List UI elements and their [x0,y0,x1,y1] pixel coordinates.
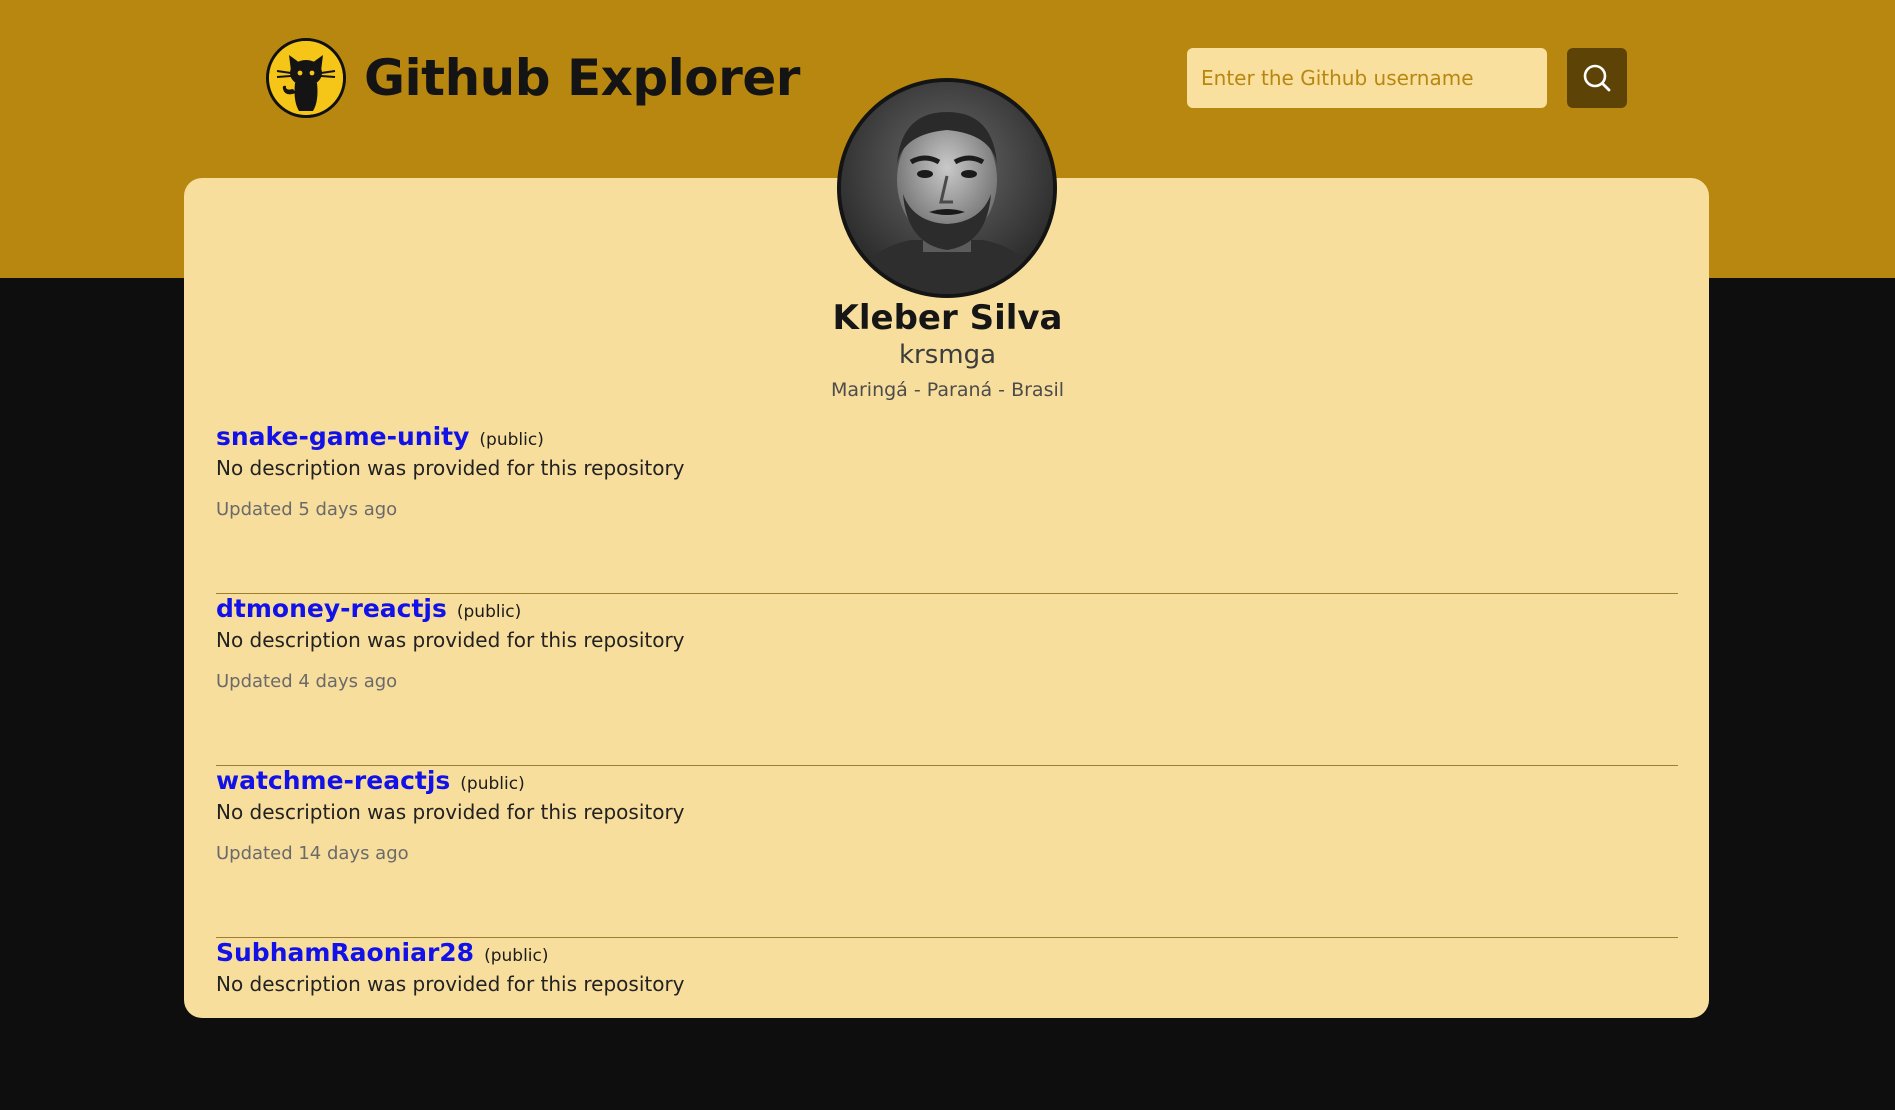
repository-link[interactable]: watchme-reactjs [216,766,450,795]
username-search-input[interactable] [1187,48,1547,108]
repository-item: SubhamRaoniar28 (public) No description … [216,938,1678,1110]
search-button[interactable] [1567,48,1627,108]
repository-description: No description was provided for this rep… [216,628,685,652]
repository-updated: Updated 14 days ago [216,843,409,864]
search-icon [1583,64,1611,92]
github-octocat-icon [266,38,346,118]
repository-link[interactable]: dtmoney-reactjs [216,594,447,623]
user-avatar [837,78,1057,298]
repository-visibility: (public) [484,946,549,966]
repository-link[interactable]: SubhamRaoniar28 [216,938,474,967]
profile-location: Maringá - Paraná - Brasil [830,379,1065,401]
profile-name: Kleber Silva [832,298,1063,338]
repository-list: snake-game-unity (public) No description… [216,422,1678,1110]
app-title: Github Explorer [364,49,800,107]
repository-header: SubhamRaoniar28 (public) [216,938,549,967]
repository-header: watchme-reactjs (public) [216,766,525,795]
repository-visibility: (public) [479,430,544,450]
brand: Github Explorer [266,38,800,118]
repository-updated: Updated 4 days ago [216,671,398,692]
repository-item: snake-game-unity (public) No description… [216,422,1678,594]
repository-header: snake-game-unity (public) [216,422,544,451]
repository-description: No description was provided for this rep… [216,972,685,996]
repository-link[interactable]: snake-game-unity [216,422,469,451]
repository-item: dtmoney-reactjs (public) No description … [216,594,1678,766]
repository-description: No description was provided for this rep… [216,800,685,824]
repository-updated: Updated 5 days ago [216,499,398,520]
repository-description: No description was provided for this rep… [216,456,685,480]
repository-visibility: (public) [460,774,525,794]
repository-item: watchme-reactjs (public) No description … [216,766,1678,938]
repository-header: dtmoney-reactjs (public) [216,594,521,623]
repository-visibility: (public) [456,602,522,622]
profile-login: krsmga [898,340,997,370]
